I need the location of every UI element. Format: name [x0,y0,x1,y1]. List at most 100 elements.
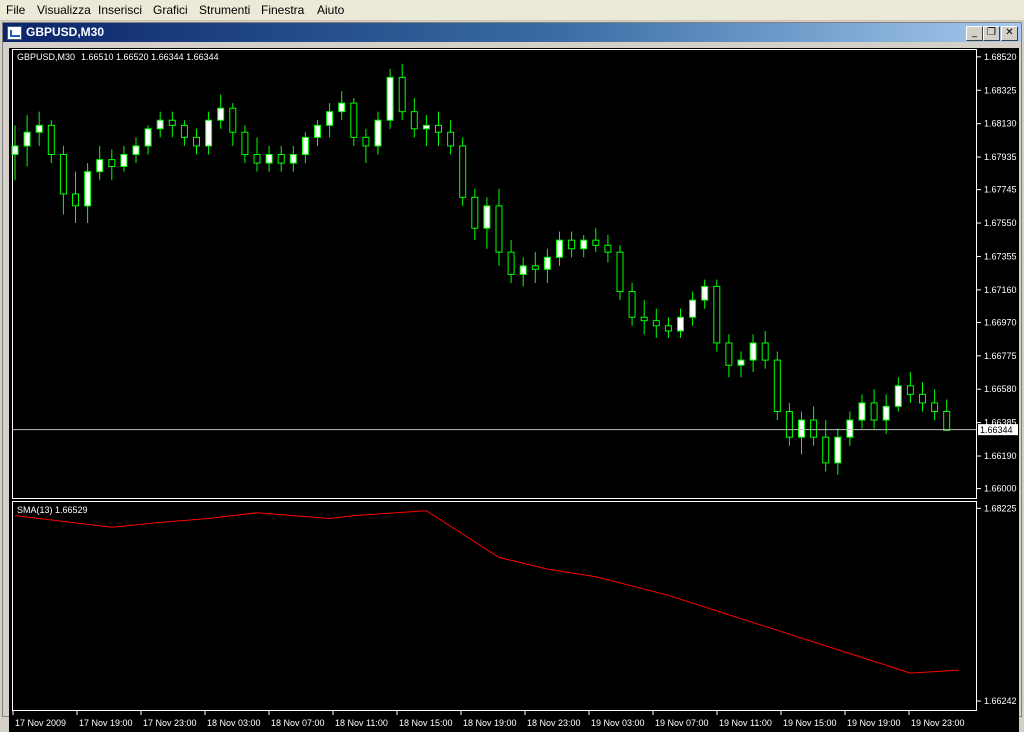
window-titlebar[interactable]: GBPUSD,M30 _ ❐ ✕ [3,23,1021,42]
time-tick-label: 17 Nov 2009 [15,718,66,728]
indicator-axis: 1.68225 1.66242 [977,503,1017,706]
minimize-button[interactable]: _ [966,26,983,41]
indicator-tick-label: 1.68225 [984,503,1017,513]
candle-body [47,124,55,156]
candle-body [23,131,31,147]
main-pane-frame [12,49,977,499]
candle-body [846,419,854,438]
menu-bar: File Visualizza Inserisci Grafici Strume… [0,0,1024,21]
time-tick-label: 19 Nov 19:00 [847,718,901,728]
chart-area[interactable]: 1.68520 1.68325 1.68130 1.67935 1.67745 1.675… [9,48,1019,732]
candle-body [398,76,406,113]
candle-body [301,136,309,156]
candle-body [640,316,648,322]
candle-body [931,402,939,412]
chart-window: GBPUSD,M30 _ ❐ ✕ 1.68520 1.68325 1.68130 1.… [2,22,1022,732]
close-button[interactable]: ✕ [1001,26,1018,41]
price-tick-label: 1.66000 [984,484,1017,494]
candle-body [229,107,237,133]
candle-body [761,342,769,361]
menu-visualizza[interactable]: Visualizza [37,3,91,17]
candle-body [120,154,128,167]
candle-body [374,119,382,147]
price-tick-label: 1.67355 [984,251,1017,261]
candle-body [338,102,346,113]
time-tick-label: 19 Nov 07:00 [655,718,709,728]
candle-body [410,111,418,130]
time-tick-label: 19 Nov 11:00 [719,718,772,728]
time-tick-label: 18 Nov 03:00 [207,718,261,728]
candle-body [919,393,926,404]
window-title: GBPUSD,M30 [26,25,105,39]
candle-body [84,171,92,207]
time-tick-label: 18 Nov 11:00 [335,718,388,728]
candle-body [701,285,709,301]
candle-body [96,159,104,173]
candle-body [422,124,430,130]
candle-body [870,402,878,421]
price-tick-label: 1.66580 [984,384,1017,394]
price-tick-label: 1.66970 [984,317,1017,327]
candle-body [289,154,297,164]
candle-body [72,193,79,207]
candle-body [677,316,684,332]
candle-body [471,196,479,229]
price-tick-label: 1.67935 [984,152,1017,162]
candle-body [11,145,19,156]
menu-aiuto[interactable]: Aiuto [317,3,344,17]
candle-body [483,205,491,229]
candle-body [350,102,358,138]
candle-body [205,119,213,147]
candle-body [265,154,273,164]
restore-button[interactable]: ❐ [983,26,1000,41]
time-tick-label: 18 Nov 15:00 [399,718,453,728]
candle-body [180,124,188,138]
candle-body [507,251,515,275]
price-tick-label: 1.67550 [984,218,1017,228]
candle-body [713,285,721,344]
candle-body [362,136,370,147]
candle-body [156,119,164,130]
candle-body [108,159,116,167]
candle-body [785,410,793,438]
menu-file[interactable]: File [6,3,25,17]
price-tick-label: 1.66775 [984,351,1017,361]
candle-body [580,239,588,250]
chart-icon [7,26,22,40]
price-tick-label: 1.68520 [984,52,1017,62]
time-tick-label: 19 Nov 03:00 [591,718,645,728]
candle-body [737,359,745,366]
candle-body [664,325,672,332]
candle-body [773,359,781,412]
menu-inserisci[interactable]: Inserisci [98,3,142,17]
candle-body [894,385,902,407]
candles [11,63,951,475]
menu-finestra[interactable]: Finestra [261,3,304,17]
candle-body [834,436,842,464]
candle-body [435,124,442,133]
time-tick-label: 17 Nov 19:00 [79,718,133,728]
time-axis: 17 Nov 2009 17 Nov 19:00 17 Nov 23:00 18 No… [12,710,965,728]
candle-body [35,124,43,133]
candle-body [132,145,140,156]
price-tick-label: 1.68325 [984,85,1017,95]
candle-body [749,342,757,361]
time-tick-label: 18 Nov 19:00 [463,718,517,728]
price-tick-label: 1.66190 [984,451,1017,461]
candle-body [810,419,818,438]
price-tick-label: 1.67160 [984,285,1017,295]
time-tick-label: 17 Nov 23:00 [143,718,197,728]
candle-body [447,131,455,147]
candle-body [858,402,866,421]
candle-body [798,419,805,438]
candle-body [556,239,563,258]
candle-body [652,320,660,327]
menu-grafici[interactable]: Grafici [153,3,188,17]
candle-body [568,239,576,250]
candle-body [253,154,261,164]
time-tick-label: 18 Nov 07:00 [271,718,325,728]
candle-body [314,124,321,138]
candle-body [277,154,285,164]
menu-strumenti[interactable]: Strumenti [199,3,250,17]
candle-body [689,299,697,318]
